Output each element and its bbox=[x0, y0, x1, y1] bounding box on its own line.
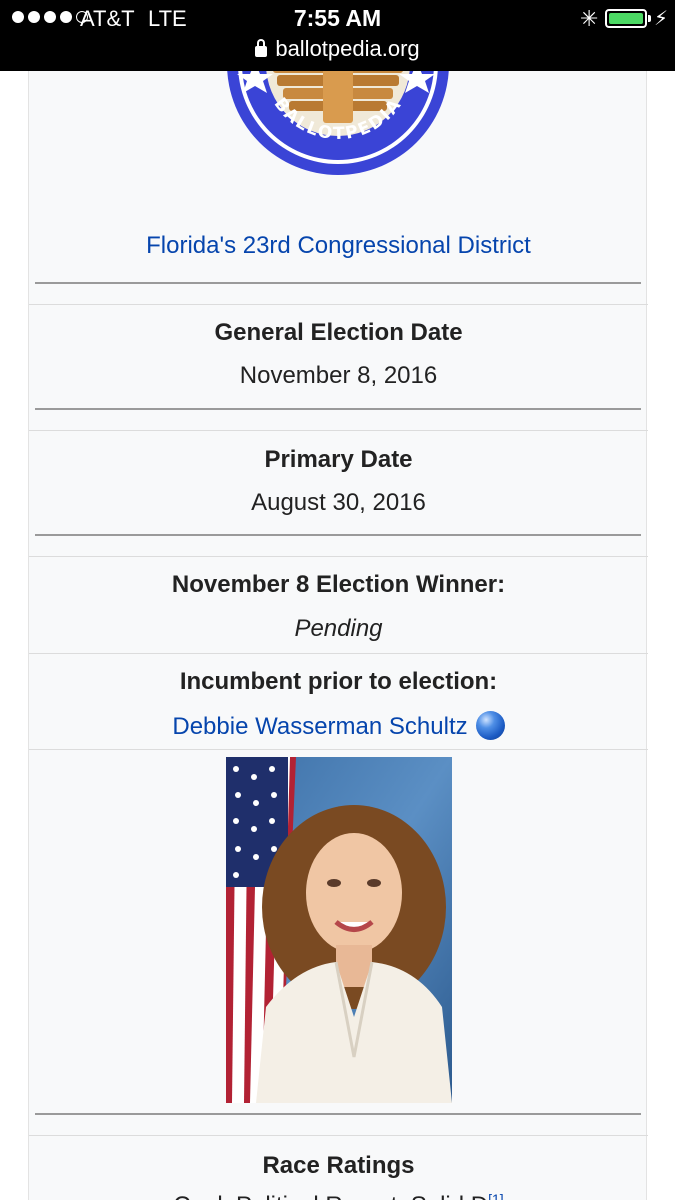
status-time: 7:55 AM bbox=[293, 5, 382, 31]
lock-icon bbox=[255, 39, 268, 57]
incumbent-photo[interactable] bbox=[226, 757, 452, 1103]
row-border bbox=[29, 430, 648, 431]
row-border bbox=[29, 749, 648, 750]
district-row: Florida's 23rd Congressional District bbox=[29, 231, 648, 271]
page-content[interactable]: BALLOTPEDIA Florida's 23rd Congressional… bbox=[0, 71, 675, 1200]
row-border bbox=[29, 653, 648, 654]
row-border bbox=[29, 1135, 648, 1136]
divider bbox=[35, 534, 641, 536]
row-border bbox=[29, 556, 648, 557]
address-bar[interactable]: ballotpedia.org bbox=[0, 36, 675, 62]
lightning-bolt-icon: ⚡ bbox=[654, 8, 669, 30]
footnote-link[interactable]: [1] bbox=[488, 1191, 504, 1200]
url-text: ballotpedia.org bbox=[275, 36, 420, 61]
bluetooth-icon: ✳ bbox=[580, 6, 599, 31]
portrait-image bbox=[226, 757, 452, 1103]
status-bar: AT&T LTE 7:55 AM ✳ ⚡ ballotpedia.org bbox=[0, 0, 675, 71]
divider bbox=[35, 408, 641, 410]
divider bbox=[35, 282, 641, 284]
incumbent-label: Incumbent prior to election: bbox=[179, 668, 498, 695]
divider bbox=[35, 1113, 641, 1115]
incumbent-row: Debbie Wasserman Schultz bbox=[29, 711, 648, 741]
incumbent-name-link[interactable]: Debbie Wasserman Schultz bbox=[172, 713, 467, 740]
democratic-party-icon bbox=[475, 711, 505, 740]
race-rating-text: Cook Political Report: Solid D bbox=[173, 1192, 488, 1200]
general-election-label: General Election Date bbox=[214, 319, 463, 346]
election-winner-value: Pending bbox=[294, 615, 383, 642]
race-ratings-label: Race Ratings bbox=[262, 1152, 415, 1179]
election-winner-label: November 8 Election Winner: bbox=[171, 571, 506, 598]
ballotpedia-logo-graphic: BALLOTPEDIA bbox=[227, 71, 449, 175]
race-ratings-row: Cook Political Report: Solid D[1] bbox=[29, 1191, 648, 1200]
battery-icon bbox=[605, 9, 647, 28]
district-link[interactable]: Florida's 23rd Congressional District bbox=[29, 232, 648, 260]
battery-nub bbox=[648, 15, 651, 22]
row-border bbox=[29, 304, 648, 305]
primary-date-label: Primary Date bbox=[264, 446, 413, 473]
ballotpedia-logo[interactable]: BALLOTPEDIA bbox=[225, 71, 451, 177]
general-election-date: November 8, 2016 bbox=[239, 362, 438, 389]
primary-date: August 30, 2016 bbox=[251, 489, 426, 516]
election-infobox: BALLOTPEDIA Florida's 23rd Congressional… bbox=[28, 71, 648, 1200]
